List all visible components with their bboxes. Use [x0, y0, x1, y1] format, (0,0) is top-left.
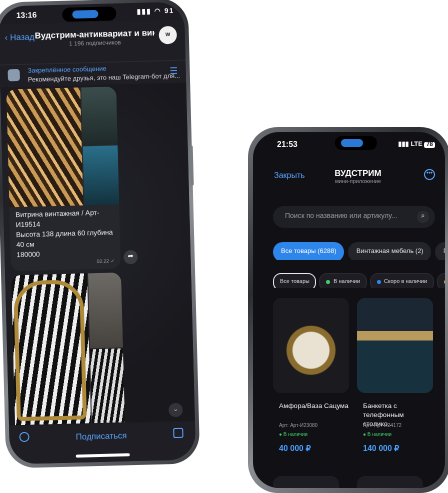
product-card[interactable]: Амфора/Ваза Сацума Арт: Арт-И23080 ● В н… [273, 298, 349, 458]
battery-icon: 78 [424, 142, 435, 148]
dynamic-island [62, 6, 117, 22]
scroll-down-icon[interactable]: ⌄ [168, 402, 183, 418]
product-stock: ● В наличии [279, 432, 308, 438]
phone-left: 13:16 ▮▮▮ ◠ 91 ‹ Назад Вудстрим-антиквар… [0, 0, 201, 469]
post-bubble[interactable]: Витрина винтажная / Арт-И19514 Высота 13… [6, 86, 121, 272]
post-time: 02.22 ✓ [96, 258, 115, 266]
close-button[interactable]: Закрыть [274, 171, 305, 180]
product-card-partial[interactable] [357, 476, 423, 488]
photo-cabinet-zebra[interactable] [6, 87, 84, 208]
app-title: ВУДСТРИМ [334, 168, 382, 178]
channel-title[interactable]: Вудстрим-антиквариат и винт... [35, 27, 155, 40]
home-indicator [75, 453, 130, 458]
back-button[interactable]: ‹ Назад [5, 32, 35, 43]
status-time: 13:16 [16, 10, 37, 21]
phone-right: 21:53 ▮▮▮ LTE 78 Закрыть ВУДСТРИМ мини-п… [248, 127, 448, 493]
product-stock: ● В наличии [363, 432, 392, 438]
miniapp-screen: 21:53 ▮▮▮ LTE 78 Закрыть ВУДСТРИМ мини-п… [253, 132, 445, 488]
signal-icon-2: ▮▮▮ LTE 78 [398, 141, 435, 148]
post-photos [6, 86, 120, 208]
status-time-2: 21:53 [277, 140, 298, 149]
pinned-list-icon[interactable]: ☰ [170, 66, 178, 77]
subscribe-button[interactable]: Подписаться [61, 430, 141, 442]
more-icon[interactable]: ••• [424, 169, 435, 180]
product-name: Амфора/Ваза Сацума [279, 403, 349, 410]
share-icon[interactable]: ➦ [123, 249, 138, 265]
product-article: Арт: Арт-И23080 [279, 423, 318, 429]
post-dimensions: Высота 138 длина 60 глубина 40 см [15, 229, 113, 250]
power-button [189, 145, 194, 186]
search-placeholder: Поиск по названию или артикулу... [285, 213, 398, 220]
category-next[interactable]: Г [435, 242, 445, 260]
status-bar-2: 21:53 ▮▮▮ LTE 78 [253, 132, 445, 154]
bottom-bar: Подписаться [9, 421, 196, 465]
channel-header: ‹ Назад Вудстрим-антиквариат и винт... 1… [0, 19, 186, 65]
signal-icon: ▮▮▮ ◠ 91 [136, 7, 175, 16]
product-card[interactable]: Банкетка с телефонным столико... Арт: Ар… [357, 298, 433, 458]
search-icon[interactable]: ⌕ [417, 211, 429, 223]
app-subtitle: мини-приложение [334, 179, 382, 185]
product-price: 40 000 ₽ [279, 444, 311, 453]
pinned-text: Рекомендуйте друзья, это наш Telegram-бо… [27, 72, 181, 84]
category-tabs: Все товары (6288)Винтажная мебель (2)Г [273, 240, 445, 260]
product-article: Арт: Арт-И24172 [363, 423, 402, 429]
gift-icon[interactable] [173, 427, 184, 439]
comments-icon[interactable] [19, 431, 30, 443]
post-title: Витрина винтажная / Арт-И19514 [15, 209, 100, 230]
photo-chair-side[interactable] [88, 272, 124, 349]
product-image-bench[interactable] [357, 298, 433, 393]
post-bubble-2[interactable] [11, 272, 125, 426]
category-vintage[interactable]: Винтажная мебель (2) [348, 242, 432, 260]
app-header: Закрыть ВУДСТРИМ мини-приложение ••• [253, 160, 445, 190]
product-image-vase[interactable] [273, 298, 349, 393]
product-card-partial[interactable] [273, 476, 339, 488]
product-price: 140 000 ₽ [363, 444, 400, 453]
telegram-screen: 13:16 ▮▮▮ ◠ 91 ‹ Назад Вудстрим-антиквар… [0, 1, 196, 465]
photo-cabinet-side[interactable] [81, 86, 118, 146]
dynamic-island-2 [335, 136, 377, 150]
search-input[interactable]: Поиск по названию или артикулу... ⌕ [273, 206, 435, 228]
back-label: Назад [9, 31, 35, 43]
channel-avatar[interactable]: W [158, 25, 178, 45]
pinned-thumbnail-icon [7, 68, 20, 82]
filter-soon[interactable]: Скоро в наличии [370, 273, 435, 288]
subscriber-count: 1 196 подписчиков [69, 40, 122, 48]
post-text: Витрина винтажная / Арт-И19514 Высота 13… [15, 209, 116, 262]
photo-chair-detail[interactable] [90, 348, 125, 424]
filter-next[interactable]: П [437, 273, 445, 288]
filter-all[interactable]: Все товары [273, 273, 317, 288]
photo-cabinet-detail[interactable] [82, 145, 120, 206]
photo-chair-main[interactable] [11, 273, 91, 426]
stock-filters: Все товарыВ наличииСкоро в наличииП [273, 270, 445, 288]
filter-in-stock[interactable]: В наличии [319, 273, 368, 288]
category-all[interactable]: Все товары (6288) [273, 242, 345, 260]
chat-area[interactable]: Витрина винтажная / Арт-И19514 Высота 13… [0, 82, 195, 426]
pinned-label: Закреплённое сообщение [27, 65, 107, 75]
